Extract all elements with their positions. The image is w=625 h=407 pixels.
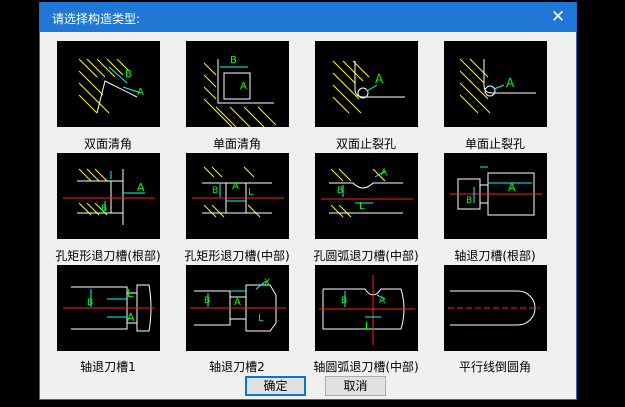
dim-label-x: X	[264, 278, 270, 288]
dialog-window: 请选择构造类型: ✕ B A B A A A A B B A L B L A A…	[39, 2, 577, 400]
dim-label-a: A	[137, 181, 145, 194]
tile-hole-rect-undercut-root[interactable]: A B	[57, 153, 160, 239]
dim-label-b: B	[230, 55, 237, 66]
ok-button[interactable]: 确定	[245, 376, 306, 396]
label-shaft-arc-undercut-middle: 轴圆弧退刀槽(中部)	[313, 360, 419, 374]
dim-label-a: A	[379, 296, 386, 306]
tile-shaft-undercut-1[interactable]: B L A	[57, 265, 160, 351]
dim-label-b: B	[204, 296, 210, 306]
tile-single-face-corner-clearing[interactable]: B A	[186, 41, 289, 127]
dim-label-l: L	[365, 321, 371, 332]
dim-label-a: A	[137, 87, 144, 98]
shaft-undercut-1-icon: B L A	[63, 284, 155, 332]
dim-label-a: A	[506, 76, 515, 90]
tile-single-face-relief-hole[interactable]: A	[444, 41, 547, 127]
dialog-title: 请选择构造类型:	[52, 12, 141, 26]
tile-hole-arc-undercut-middle[interactable]: B L A	[315, 153, 418, 239]
dim-label-b: B	[87, 298, 93, 308]
hole-arc-undercut-middle-icon: B L A	[321, 168, 413, 218]
dim-label-a: A	[240, 81, 247, 92]
label-hole-rect-undercut-middle: 孔矩形退刀槽(中部)	[184, 249, 290, 263]
dim-label-l: L	[359, 201, 365, 212]
title-bar[interactable]: 请选择构造类型: ✕	[40, 3, 576, 32]
label-single-face-relief-hole: 单面止裂孔	[464, 137, 525, 151]
shaft-arc-undercut-middle-icon: B L A	[319, 275, 415, 345]
single-face-relief-hole-icon: A	[459, 58, 536, 114]
shaft-undercut-root-icon: A B	[450, 166, 542, 216]
dim-label-b: B	[341, 296, 347, 306]
label-hole-rect-undercut-root: 孔矩形退刀槽(根部)	[55, 249, 161, 263]
tile-shaft-undercut-root[interactable]: A B	[444, 153, 547, 239]
label-single-face-corner-clearing: 单面清角	[212, 137, 261, 151]
dim-label-l: L	[127, 287, 134, 300]
close-icon[interactable]: ✕	[540, 3, 576, 32]
dim-label-a: A	[375, 72, 384, 86]
dim-label-a: A	[232, 181, 239, 192]
tile-hole-rect-undercut-middle[interactable]: B A L	[186, 153, 289, 239]
double-face-relief-hole-icon: A	[332, 60, 405, 114]
dim-label-a: A	[234, 297, 241, 308]
cancel-button[interactable]: 取消	[325, 376, 386, 396]
single-face-corner-clearing-icon: B A	[203, 55, 277, 127]
dim-label-a: A	[381, 168, 388, 178]
dim-label-b: B	[466, 196, 472, 206]
dim-label-l: L	[248, 187, 254, 198]
tile-shaft-undercut-2[interactable]: B A L X	[186, 265, 289, 351]
tile-shaft-arc-undercut-middle[interactable]: B L A	[315, 265, 418, 351]
label-hole-arc-undercut-middle: 孔圆弧退刀槽(中部)	[313, 249, 419, 263]
shaft-undercut-2-icon: B A L X	[190, 278, 286, 332]
tile-double-face-corner-clearing[interactable]: B A	[57, 41, 160, 127]
label-shaft-undercut-1: 轴退刀槽1	[80, 360, 136, 374]
dim-label-a: A	[127, 311, 135, 324]
label-shaft-undercut-root: 轴退刀槽(根部)	[454, 249, 536, 263]
dim-label-b: B	[101, 204, 107, 214]
dim-label-a: A	[508, 181, 516, 194]
label-shaft-undercut-2: 轴退刀槽2	[209, 360, 265, 374]
tile-parallel-line-fillet[interactable]	[444, 265, 547, 351]
tile-double-face-relief-hole[interactable]: A	[315, 41, 418, 127]
dim-label-b: B	[212, 186, 218, 196]
dim-label-l: L	[258, 313, 264, 324]
hole-rect-undercut-middle-icon: B A L	[192, 166, 284, 218]
label-double-face-relief-hole: 双面止裂孔	[335, 137, 396, 151]
label-parallel-line-fillet: 平行线倒圆角	[458, 360, 531, 374]
hole-rect-undercut-root-icon: A B	[63, 168, 155, 225]
parallel-line-fillet-icon	[448, 290, 540, 326]
dim-label-b: B	[337, 186, 343, 196]
double-face-corner-clearing-icon: B A	[78, 58, 144, 114]
dim-label-b: B	[125, 69, 132, 80]
label-double-face-corner-clearing: 双面清角	[83, 137, 132, 151]
